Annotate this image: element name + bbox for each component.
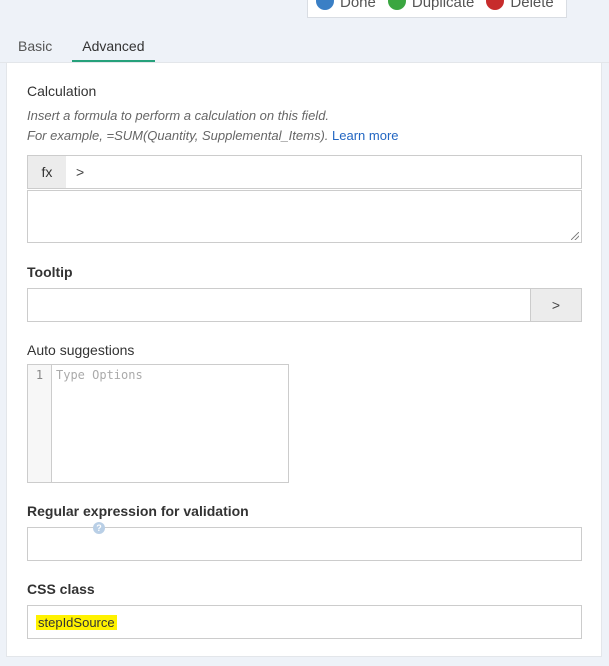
x-icon	[486, 0, 505, 10]
tooltip-label: Tooltip	[27, 264, 73, 280]
calculation-textarea[interactable]	[27, 190, 582, 243]
line-number: 1	[28, 365, 52, 482]
calculation-label: Calculation	[27, 83, 97, 99]
info-icon	[316, 0, 334, 10]
regex-label: Regular expression for validation	[27, 503, 249, 519]
css-class-value: stepIdSource	[36, 615, 117, 630]
fx-button[interactable]: fx	[28, 156, 66, 188]
tab-advanced[interactable]: Advanced	[72, 30, 155, 62]
action-bar: Done Duplicate Delete	[307, 0, 567, 18]
done-label: Done	[340, 0, 376, 11]
calculation-hint-1: Insert a formula to perform a calculatio…	[27, 108, 330, 123]
duplicate-label: Duplicate	[411, 0, 475, 11]
tooltip-expand-button[interactable]: >	[530, 289, 581, 321]
auto-suggestions-editor[interactable]: 1 Type Options	[27, 364, 289, 483]
formula-input[interactable]: fx >	[27, 155, 582, 189]
css-class-label: CSS class	[27, 581, 95, 597]
delete-button[interactable]: Delete	[486, 0, 554, 12]
help-icon[interactable]: ?	[93, 522, 105, 534]
plus-icon	[387, 0, 406, 10]
duplicate-button[interactable]: Duplicate	[387, 0, 475, 12]
regex-input[interactable]	[27, 527, 582, 561]
tooltip-field: >	[27, 288, 582, 322]
resize-handle-icon[interactable]	[571, 232, 579, 240]
delete-label: Delete	[510, 0, 554, 11]
tab-basic[interactable]: Basic	[8, 30, 62, 62]
css-class-input[interactable]: stepIdSource	[27, 605, 582, 639]
learn-more-link[interactable]: Learn more	[332, 128, 398, 143]
chevron-right-icon: >	[76, 164, 85, 180]
tab-bar: Basic Advanced	[8, 30, 155, 62]
auto-suggestions-placeholder: Type Options	[56, 368, 143, 382]
tooltip-input[interactable]	[28, 289, 530, 321]
calculation-hint-2: For example, =SUM(Quantity, Supplemental…	[27, 128, 399, 143]
done-button[interactable]: Done	[316, 0, 376, 12]
calculation-example: For example, =SUM(Quantity, Supplemental…	[27, 128, 329, 143]
advanced-panel: Calculation Insert a formula to perform …	[6, 63, 602, 657]
auto-suggestions-label: Auto suggestions	[27, 342, 135, 358]
